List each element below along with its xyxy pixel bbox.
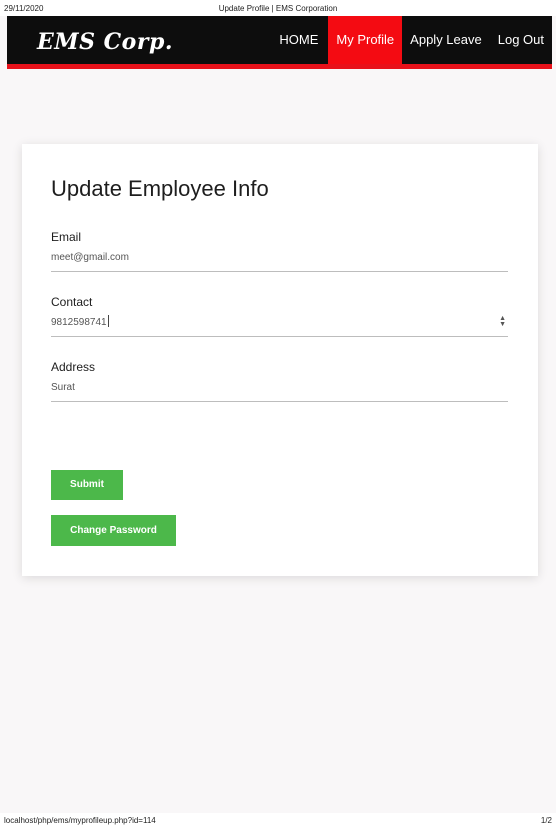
nav-links: HOME My Profile Apply Leave Log Out xyxy=(271,16,552,64)
nav-link-my-profile[interactable]: My Profile xyxy=(328,16,403,64)
contact-field-group: Contact 9812598741 ▲ ▼ xyxy=(51,295,508,337)
nav-link-log-out[interactable]: Log Out xyxy=(490,16,552,64)
email-label: Email xyxy=(51,230,82,244)
nav-link-home[interactable]: HOME xyxy=(271,16,326,64)
address-field-group: Address Surat xyxy=(51,360,508,402)
submit-button[interactable]: Submit xyxy=(51,470,123,500)
navbar: EMS Corp. HOME My Profile Apply Leave Lo… xyxy=(7,16,552,69)
email-value: meet@gmail.com xyxy=(51,252,129,263)
address-label: Address xyxy=(51,360,96,374)
update-form-card: Update Employee Info Email meet@gmail.co… xyxy=(22,144,538,576)
print-header: 29/11/2020 Update Profile | EMS Corporat… xyxy=(0,0,556,16)
change-password-button[interactable]: Change Password xyxy=(51,515,176,546)
email-field-group: Email meet@gmail.com xyxy=(51,230,508,272)
print-page-title: Update Profile | EMS Corporation xyxy=(218,4,338,13)
form-title: Update Employee Info xyxy=(51,176,269,201)
address-value: Surat xyxy=(51,382,75,393)
nav-link-apply-leave[interactable]: Apply Leave xyxy=(402,16,490,64)
brand-logo[interactable]: EMS Corp. xyxy=(37,29,173,55)
print-footer: localhost/php/ems/myprofileup.php?id=114… xyxy=(0,813,556,829)
text-caret xyxy=(107,315,109,327)
number-spinner-icon[interactable]: ▲ ▼ xyxy=(499,315,506,328)
contact-value: 9812598741 xyxy=(51,317,107,328)
print-url: localhost/php/ems/myprofileup.php?id=114 xyxy=(4,816,156,825)
contact-label: Contact xyxy=(51,295,93,309)
print-page-number: 1/2 xyxy=(540,816,552,825)
address-field[interactable]: Surat xyxy=(51,380,508,402)
email-field[interactable]: meet@gmail.com xyxy=(51,250,508,272)
contact-field[interactable]: 9812598741 ▲ ▼ xyxy=(51,315,508,337)
